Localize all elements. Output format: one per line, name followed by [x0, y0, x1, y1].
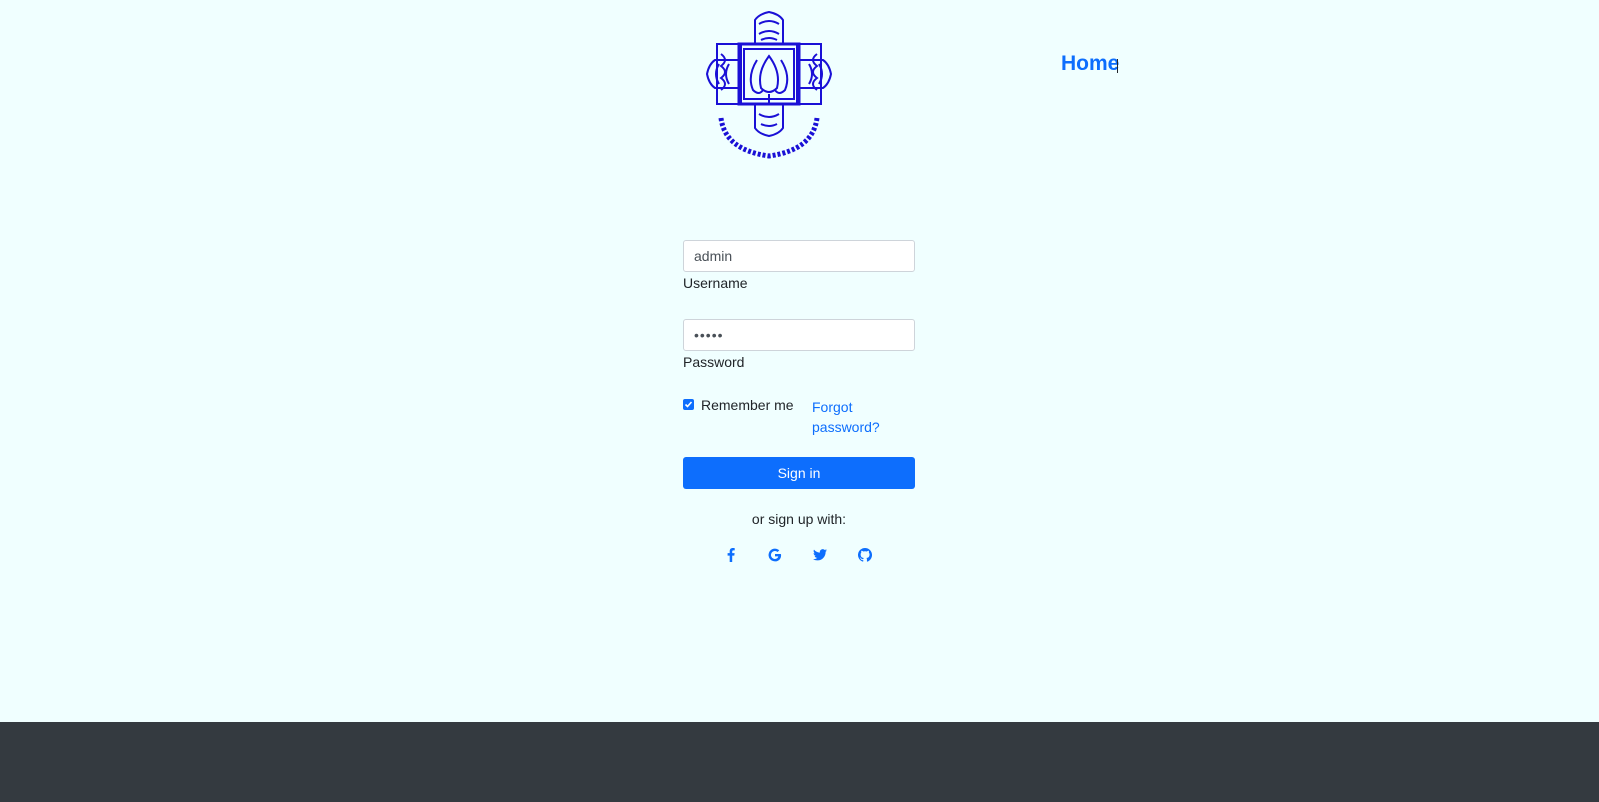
nav-home-link[interactable]: Home: [1061, 52, 1119, 76]
twitter-icon[interactable]: [810, 545, 830, 565]
remember-me-checkbox[interactable]: [683, 399, 694, 410]
sign-in-button[interactable]: Sign in: [683, 457, 915, 489]
nav-separator: [1117, 59, 1118, 73]
footer: [0, 722, 1599, 802]
facebook-icon[interactable]: [721, 545, 741, 565]
password-label: Password: [683, 354, 745, 370]
username-label: Username: [683, 275, 748, 291]
username-input[interactable]: admin: [683, 240, 915, 272]
password-input[interactable]: •••••: [683, 319, 915, 351]
remember-me-label[interactable]: Remember me: [701, 397, 794, 413]
header: Home: [0, 0, 1599, 180]
signup-prompt: or sign up with:: [751, 511, 847, 527]
google-icon[interactable]: [765, 545, 785, 565]
social-buttons: [683, 545, 915, 565]
university-logo: [705, 10, 833, 159]
github-icon[interactable]: [855, 545, 875, 565]
forgot-password-link[interactable]: Forgot password?: [812, 397, 902, 437]
login-form: admin Username ••••• Password Remember m…: [683, 240, 915, 565]
